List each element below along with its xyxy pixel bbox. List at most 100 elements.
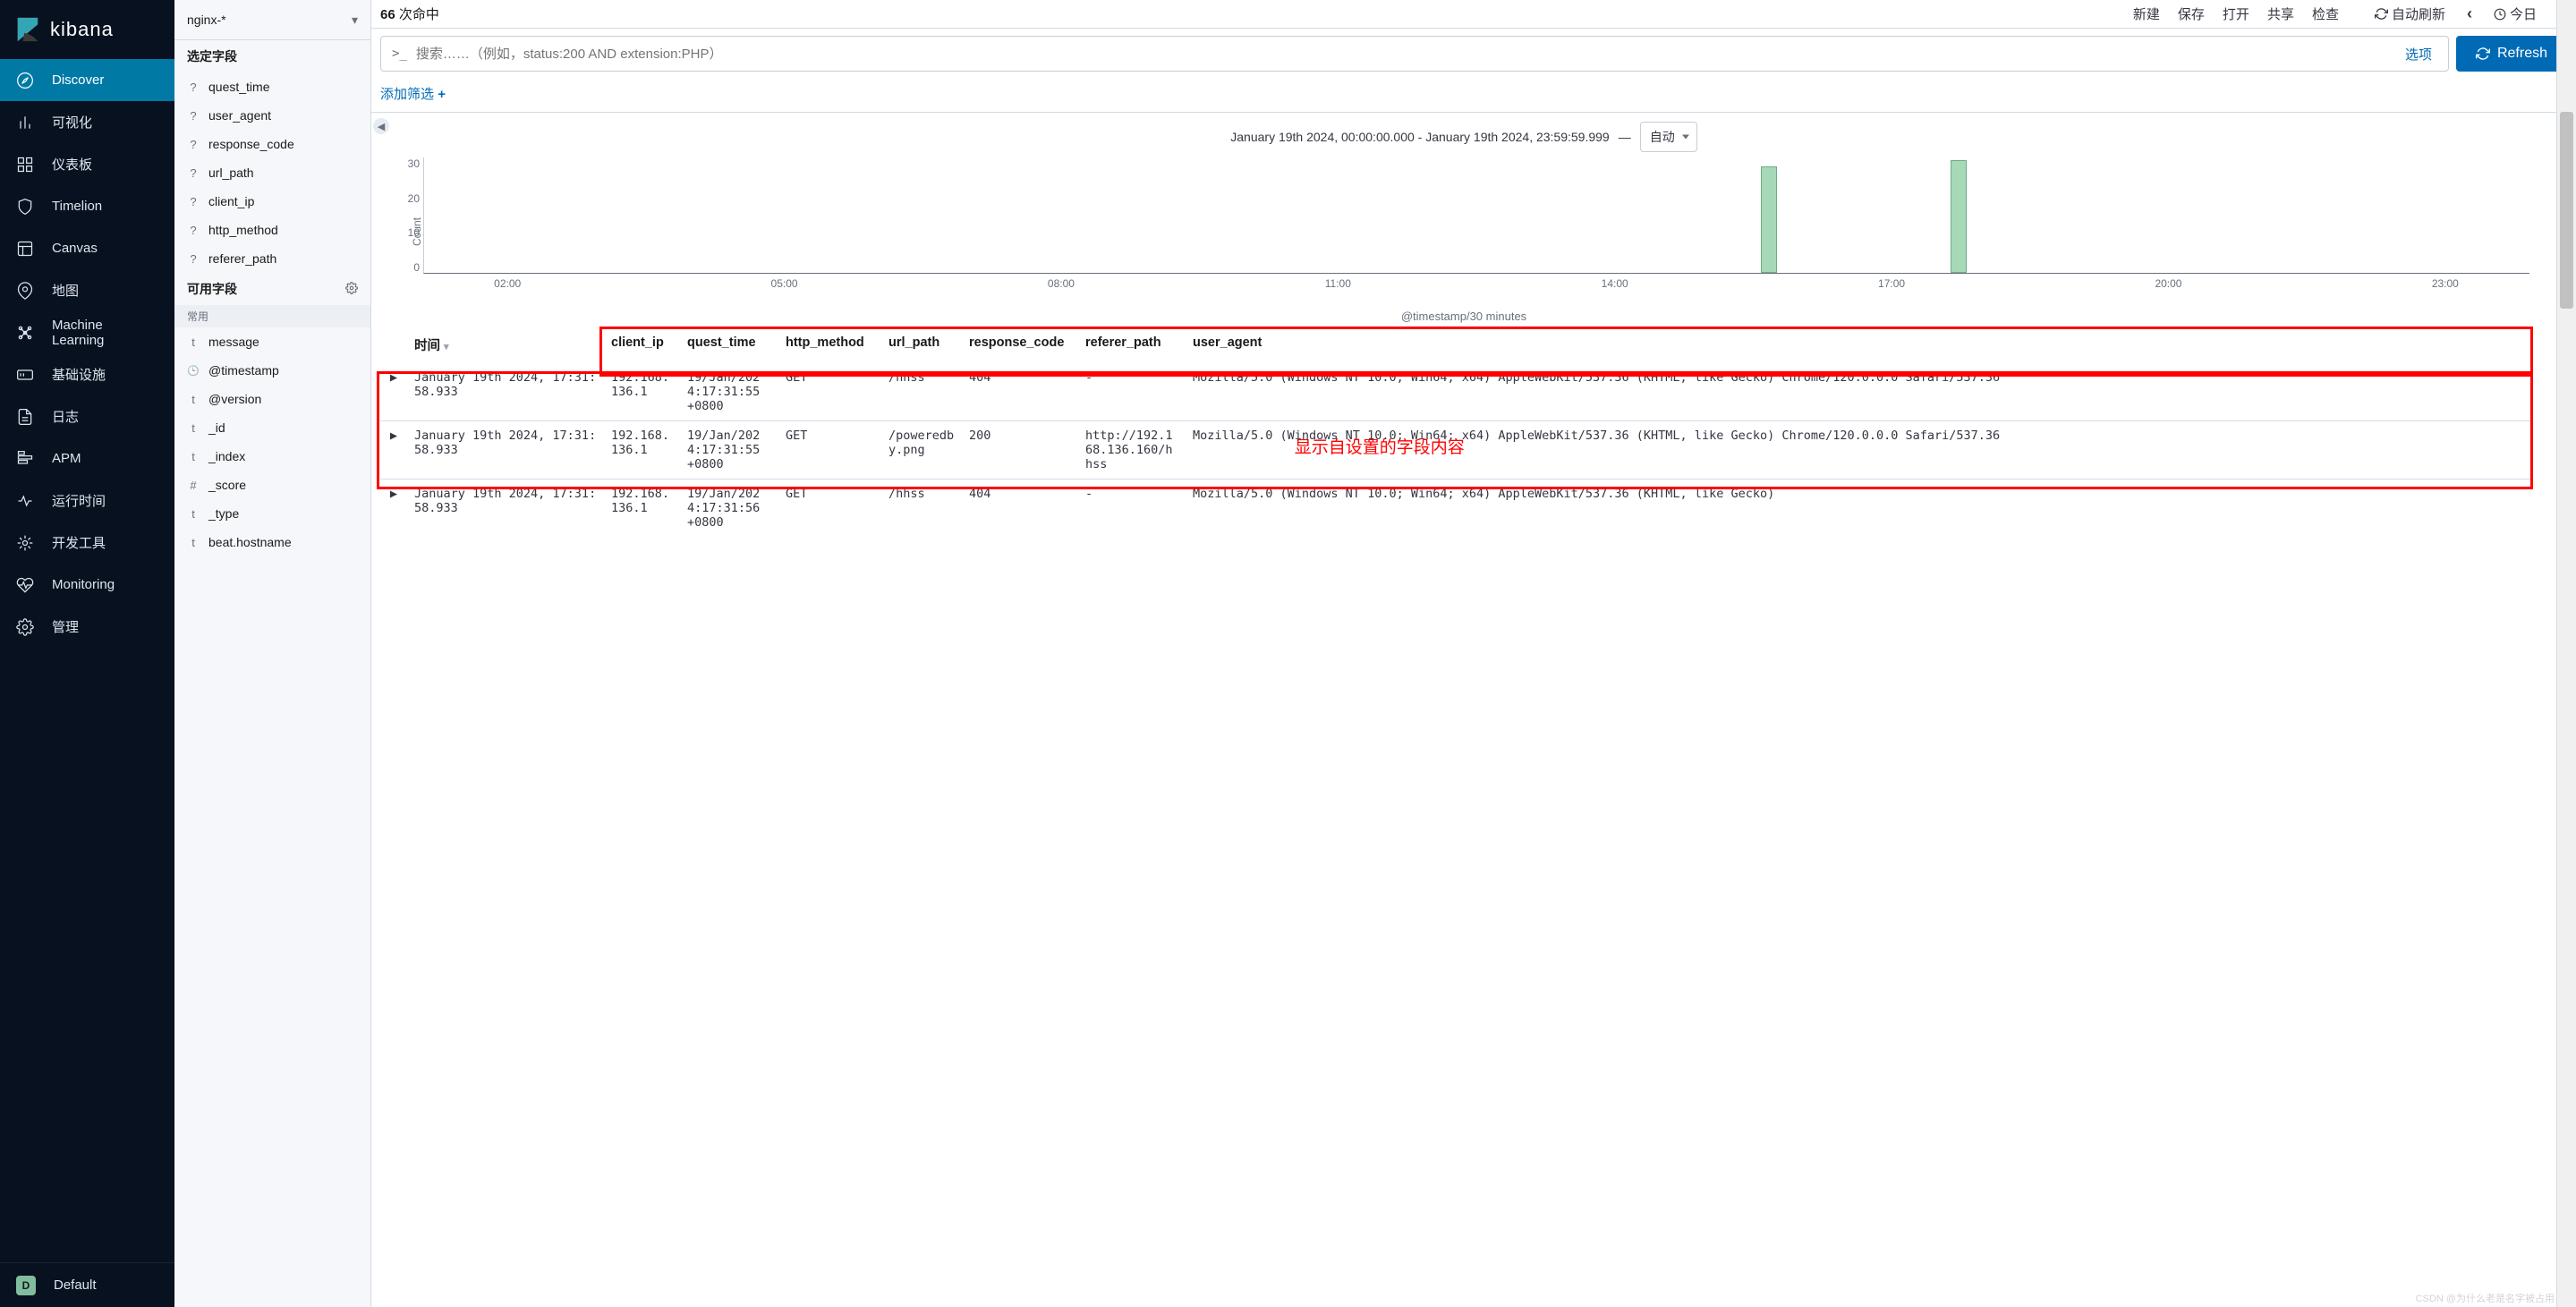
wrench-icon <box>16 534 34 552</box>
nav-基础设施[interactable]: 基础设施 <box>0 353 174 395</box>
time-prev-button[interactable]: ‹ <box>2463 4 2476 23</box>
chart-bar[interactable] <box>1761 166 1777 273</box>
nav-开发工具[interactable]: 开发工具 <box>0 522 174 564</box>
topbar: 66 次命中 新建保存打开共享检查 自动刷新 ‹ 今日 › <box>371 0 2576 29</box>
cell-referer_path: - <box>1078 480 1186 538</box>
field-http_method[interactable]: ?http_method <box>174 216 370 244</box>
col-quest_time[interactable]: quest_time <box>680 327 778 363</box>
auto-refresh-toggle[interactable]: 自动刷新 <box>2375 4 2445 23</box>
watermark: CSDN @为什么老是名字被占用 <box>2416 1291 2555 1305</box>
field-quest_time[interactable]: ?quest_time <box>174 72 370 101</box>
field-type-icon: ? <box>187 138 200 151</box>
collapse-sidebar-button[interactable]: ◀ <box>373 118 389 134</box>
field-@version[interactable]: t@version <box>174 385 370 413</box>
x-axis-label: @timestamp/30 minutes <box>371 306 2556 327</box>
cell-referer_path: http://192.168.136.160/hhss <box>1078 421 1186 480</box>
clock-icon <box>2494 8 2506 21</box>
col-response_code[interactable]: response_code <box>962 327 1078 363</box>
add-filter-button[interactable]: 添加筛选 + <box>380 87 446 102</box>
field-user_agent[interactable]: ?user_agent <box>174 101 370 130</box>
col-user_agent[interactable]: user_agent <box>1186 327 2533 363</box>
nav-default[interactable]: D Default <box>0 1262 174 1307</box>
field-@timestamp[interactable]: 🕒@timestamp <box>174 356 370 385</box>
cell-quest_time: 19/Jan/2024:17:31:55 +0800 <box>680 363 778 421</box>
nav-machine-learning[interactable]: Machine Learning <box>0 311 174 353</box>
field-type-icon: ? <box>187 195 200 208</box>
cell-url_path: /hhss <box>881 363 962 421</box>
table-row: ▶January 19th 2024, 17:31:58.933192.168.… <box>380 480 2533 538</box>
field-type-icon: ? <box>187 166 200 180</box>
ml-icon <box>16 324 34 342</box>
col-http_method[interactable]: http_method <box>778 327 881 363</box>
action-打开[interactable]: 打开 <box>2223 7 2249 22</box>
action-新建[interactable]: 新建 <box>2133 7 2160 22</box>
nav-apm[interactable]: APM <box>0 437 174 480</box>
scrollbar[interactable] <box>2556 0 2576 1307</box>
field-beat.hostname[interactable]: tbeat.hostname <box>174 528 370 556</box>
nav-管理[interactable]: 管理 <box>0 606 174 648</box>
col-时间[interactable]: 时间 ▾ <box>407 327 604 363</box>
cell-quest_time: 19/Jan/2024:17:31:55 +0800 <box>680 421 778 480</box>
field-type-icon: ? <box>187 224 200 237</box>
cell-client_ip: 192.168.136.1 <box>604 421 680 480</box>
field-response_code[interactable]: ?response_code <box>174 130 370 158</box>
field-_index[interactable]: t_index <box>174 442 370 471</box>
expand-row-button[interactable]: ▶ <box>380 363 407 421</box>
gear-icon <box>16 618 34 636</box>
nav-日志[interactable]: 日志 <box>0 395 174 437</box>
col-referer_path[interactable]: referer_path <box>1078 327 1186 363</box>
search-options-link[interactable]: 选项 <box>2400 45 2437 64</box>
chevron-down-icon: ▾ <box>352 13 358 28</box>
field-message[interactable]: tmessage <box>174 327 370 356</box>
chart-bar[interactable] <box>1951 160 1967 273</box>
interval-select[interactable]: 自动 <box>1640 122 1697 152</box>
field-client_ip[interactable]: ?client_ip <box>174 187 370 216</box>
nav-monitoring[interactable]: Monitoring <box>0 564 174 606</box>
top-actions: 新建保存打开共享检查 自动刷新 ‹ 今日 › <box>2133 4 2567 23</box>
cell-quest_time: 19/Jan/2024:17:31:56 +0800 <box>680 480 778 538</box>
logo[interactable]: kibana <box>0 0 174 59</box>
nav-运行时间[interactable]: 运行时间 <box>0 480 174 522</box>
search-box[interactable]: >_ 选项 <box>380 36 2449 72</box>
refresh-button[interactable]: Refresh <box>2456 36 2567 72</box>
field-type-icon: t <box>187 507 200 521</box>
nav-仪表板[interactable]: 仪表板 <box>0 143 174 185</box>
brand-text: kibana <box>50 18 114 41</box>
cell-user_agent: Mozilla/5.0 (Windows NT 10.0; Win64; x64… <box>1186 363 2533 421</box>
cell-url_path: /poweredby.png <box>881 421 962 480</box>
scrollbar-thumb[interactable] <box>2560 112 2573 309</box>
col-client_ip[interactable]: client_ip <box>604 327 680 363</box>
field-_score[interactable]: #_score <box>174 471 370 499</box>
action-检查[interactable]: 检查 <box>2312 7 2339 22</box>
col-url_path[interactable]: url_path <box>881 327 962 363</box>
expand-row-button[interactable]: ▶ <box>380 421 407 480</box>
search-input[interactable] <box>416 47 2391 62</box>
infra-icon <box>16 366 34 384</box>
kibana-logo-icon <box>14 16 41 43</box>
field-referer_path[interactable]: ?referer_path <box>174 244 370 273</box>
time-range-display: January 19th 2024, 00:00:00.000 - Januar… <box>371 113 2556 154</box>
nav-timelion[interactable]: Timelion <box>0 185 174 227</box>
fields-settings-icon[interactable] <box>345 282 358 297</box>
nav-canvas[interactable]: Canvas <box>0 227 174 269</box>
cell-http_method: GET <box>778 421 881 480</box>
index-pattern-select[interactable]: nginx-* ▾ <box>174 0 370 40</box>
nav-discover[interactable]: Discover <box>0 59 174 101</box>
field-_id[interactable]: t_id <box>174 413 370 442</box>
cell-response_code: 200 <box>962 421 1078 480</box>
nav-可视化[interactable]: 可视化 <box>0 101 174 143</box>
heart-icon <box>16 576 34 594</box>
main-content: 66 次命中 新建保存打开共享检查 自动刷新 ‹ 今日 › >_ 选项 <box>371 0 2576 1307</box>
action-保存[interactable]: 保存 <box>2178 7 2205 22</box>
expand-row-button[interactable]: ▶ <box>380 480 407 538</box>
action-共享[interactable]: 共享 <box>2267 7 2294 22</box>
field-url_path[interactable]: ?url_path <box>174 158 370 187</box>
chart-plot <box>423 157 2529 274</box>
default-label: Default <box>54 1277 97 1293</box>
histogram-chart[interactable]: Count 3020100 02:0005:0008:0011:0014:001… <box>371 154 2556 306</box>
uptime-icon <box>16 492 34 510</box>
table-row: ▶January 19th 2024, 17:31:58.933192.168.… <box>380 363 2533 421</box>
today-button[interactable]: 今日 <box>2494 4 2537 23</box>
nav-地图[interactable]: 地图 <box>0 269 174 311</box>
field-_type[interactable]: t_type <box>174 499 370 528</box>
